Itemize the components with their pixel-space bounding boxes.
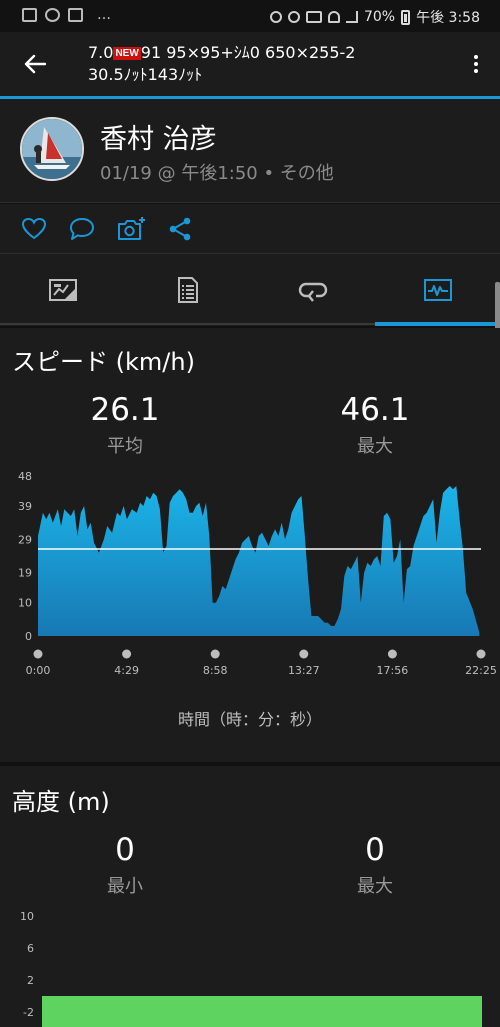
x-tick-marker — [387, 649, 397, 659]
title-line2: 30.5ﾉｯﾄ143ﾉｯﾄ — [88, 65, 203, 84]
share-button[interactable] — [165, 214, 195, 244]
speed-max-value: 46.1 — [340, 392, 410, 428]
elevation-min: 0 最小 — [50, 832, 200, 898]
tab-bar — [0, 254, 500, 326]
x-tick-marker — [33, 649, 43, 659]
speed-card: スピード (km/h) 26.1 平均 46.1 最大 0 10 19 29 39 48 0… — [0, 328, 500, 762]
add-photo-button[interactable] — [116, 214, 146, 244]
notification-icons: … — [22, 8, 111, 22]
elevation-card: 高度 (m) 0 最小 0 最大 -2 2 6 10 — [0, 766, 500, 1027]
speed-max-label: 最大 — [357, 436, 393, 457]
document-list-icon — [177, 277, 198, 303]
elevation-y-tick-label: 10 — [20, 910, 34, 923]
more-dot — [474, 62, 478, 66]
volte-icon — [305, 11, 322, 23]
elevation-max-label: 最大 — [357, 876, 393, 897]
loop-arrow-icon — [298, 282, 327, 302]
user-name[interactable]: 香村 治彦 — [100, 117, 217, 156]
gallery-icon — [22, 8, 37, 22]
battery-icon — [401, 9, 411, 25]
elevation-y-tick-label: 6 — [27, 942, 34, 955]
speed-chart[interactable]: 0 10 19 29 39 48 0:00 4:29 8:58 13:27 17:56 22:25 — [0, 468, 500, 698]
tab-charts[interactable] — [375, 254, 500, 326]
speed-area-series — [38, 486, 480, 636]
y-tick-label: 39 — [18, 500, 32, 513]
mail-icon — [68, 8, 83, 22]
speech-bubble-icon — [70, 218, 94, 240]
x-tick-marker — [476, 649, 486, 659]
activity-title: 7.0 NEW 91 95×95+ｼﾑ0 650×255-2 30.5ﾉｯﾄ143ﾉ… — [88, 42, 448, 86]
new-badge: NEW — [113, 47, 141, 60]
clock: 午後 3:58 — [416, 10, 480, 26]
activity-header: 香村 治彦 01/19 @ 午後1:50 • その他 — [0, 99, 500, 203]
action-row — [0, 204, 500, 254]
like-button[interactable] — [19, 214, 49, 244]
back-button[interactable] — [18, 48, 52, 80]
elevation-min-label: 最小 — [107, 876, 143, 897]
elevation-y-tick-label: 2 — [27, 974, 34, 987]
x-tick-marker — [122, 649, 132, 659]
more-dot — [474, 55, 478, 59]
x-tick-label: 4:29 — [114, 664, 139, 677]
elevation-area-series — [42, 996, 482, 1027]
elevation-max-value: 0 — [365, 832, 385, 868]
activity-datetime: 01/19 @ 午後1:50 • その他 — [100, 163, 334, 184]
y-tick-label: 29 — [18, 533, 32, 546]
elevation-card-title: 高度 (m) — [12, 788, 110, 816]
title-prefix: 7.0 — [88, 43, 114, 62]
camera-plus-icon — [118, 217, 145, 240]
system-icons: 70% 午後 3:58 — [269, 7, 480, 27]
y-tick-label: 48 — [18, 470, 32, 483]
speed-average-value: 26.1 — [90, 392, 160, 428]
x-tick-label: 17:56 — [377, 664, 409, 677]
more-options-button[interactable] — [466, 50, 486, 78]
back-arrow-icon — [24, 54, 46, 74]
windsurf-photo-icon — [22, 119, 82, 179]
x-tick-marker — [299, 649, 309, 659]
active-tab-indicator — [375, 322, 500, 326]
tab-overview[interactable] — [0, 254, 125, 326]
avatar[interactable] — [20, 117, 84, 181]
elevation-chart[interactable]: -2 2 6 10 — [0, 907, 500, 1027]
wifi-icon — [327, 11, 340, 23]
y-tick-label: 0 — [25, 630, 32, 643]
bluetooth-icon — [269, 11, 282, 23]
x-tick-label: 22:25 — [465, 664, 497, 677]
more-dot — [474, 69, 478, 73]
y-tick-label: 10 — [18, 597, 32, 610]
speed-x-axis-title: 時間（時：分：秒） — [177, 710, 322, 729]
signal-icon — [345, 11, 358, 23]
alarm-icon — [287, 11, 300, 23]
share-icon — [169, 217, 191, 241]
speed-average-label: 平均 — [107, 436, 143, 457]
x-tick-marker — [210, 649, 220, 659]
speed-card-title: スピード (km/h) — [12, 348, 195, 376]
status-bar: … 70% 午後 3:58 — [0, 0, 500, 32]
x-tick-label: 8:58 — [203, 664, 228, 677]
x-tick-label: 0:00 — [26, 664, 51, 677]
speed-average: 26.1 平均 — [50, 392, 200, 458]
tab-details[interactable] — [125, 254, 250, 326]
battery-percent: 70% — [363, 9, 396, 25]
title-rest: 91 95×95+ｼﾑ0 650×255-2 — [140, 43, 356, 62]
speed-max: 46.1 最大 — [300, 392, 450, 458]
tab-laps[interactable] — [250, 254, 375, 326]
map-card-icon — [48, 279, 77, 301]
app-bar: 7.0 NEW 91 95×95+ｼﾑ0 650×255-2 30.5ﾉｯﾄ143ﾉ… — [0, 32, 500, 96]
heart-icon — [21, 217, 47, 240]
comment-button[interactable] — [67, 214, 97, 244]
more-notifications-icon: … — [97, 7, 111, 23]
x-tick-label: 13:27 — [288, 664, 320, 677]
pulse-chart-icon — [423, 279, 452, 301]
elevation-y-tick-label: -2 — [23, 1006, 34, 1019]
sync-icon — [45, 8, 60, 22]
elevation-min-value: 0 — [115, 832, 135, 868]
y-tick-label: 19 — [18, 567, 32, 580]
elevation-max: 0 最大 — [300, 832, 450, 898]
